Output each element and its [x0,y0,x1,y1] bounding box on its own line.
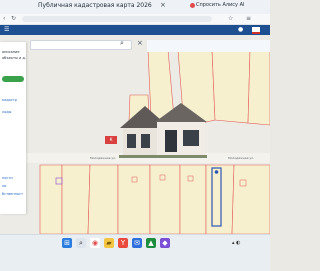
panel-action-button[interactable] [2,76,24,82]
reload-icon[interactable]: ↻ [11,15,16,22]
parcel [205,164,235,234]
info-popup [147,40,270,52]
browser-tab-title[interactable]: Публичная кадастровая карта 2026 [38,2,158,9]
street-label: Молодёжная ул. [228,156,255,160]
house-ground [119,155,207,158]
panel-link[interactable]: ходы [2,110,11,114]
parcel [61,164,91,234]
panel-link[interactable]: кадастр [2,98,17,102]
search-input[interactable] [30,40,132,50]
ask-alice-button[interactable]: Спросить Алису AI [196,2,245,8]
house-photo [119,103,207,158]
roof [155,103,207,122]
close-icon[interactable]: × [137,39,143,47]
house-door [165,130,177,152]
menu-burger-icon[interactable]: ☰ [4,26,9,33]
panel-link[interactable]: бственност [2,192,23,196]
windows-start-icon[interactable]: ⊞ [62,238,72,248]
back-icon[interactable]: ‹ [3,15,5,22]
parcel [231,164,270,234]
browser-icon[interactable]: ◉ [90,238,100,248]
app-icon[interactable]: ◆ [160,238,170,248]
flag-icon[interactable] [252,27,260,34]
search-icon[interactable]: ⌕ [120,39,124,48]
bookmark-icon[interactable]: ☆ [228,15,233,22]
panel-line: описание [2,50,20,54]
house-window [127,134,136,148]
close-tab-icon[interactable]: × [160,1,166,9]
menu-icon[interactable]: ≡ [246,15,251,22]
alice-icon[interactable] [190,3,195,8]
yandex-icon[interactable]: Y [118,238,128,248]
street-label: Молодёжная ул. [90,156,117,160]
parcel [39,164,63,234]
left-panel: описание объекты и д. кадастр ходы ности… [0,42,26,214]
site-header [0,25,270,35]
parcel [211,49,251,124]
parcel [247,49,270,126]
mail-icon[interactable]: ✉ [132,238,142,248]
house-window [141,134,150,148]
app-icon[interactable]: ▲ [146,238,156,248]
parcel-tag[interactable]: К [105,136,117,144]
folder-icon[interactable]: ▰ [104,238,114,248]
parcel [87,164,119,234]
search-taskbar-icon[interactable]: ⌕ [76,238,86,248]
panel-line: объекты и д. [2,56,26,60]
url-field[interactable] [22,16,212,22]
parcel [117,164,151,234]
user-icon[interactable]: ● [238,26,243,33]
panel-link[interactable]: ности [2,176,13,180]
parcel [179,164,207,234]
house-window [183,130,199,146]
panel-link[interactable]: ки [2,184,6,188]
selected-marker [214,170,219,174]
tray-icon[interactable]: ▴ ◐ [232,240,240,246]
